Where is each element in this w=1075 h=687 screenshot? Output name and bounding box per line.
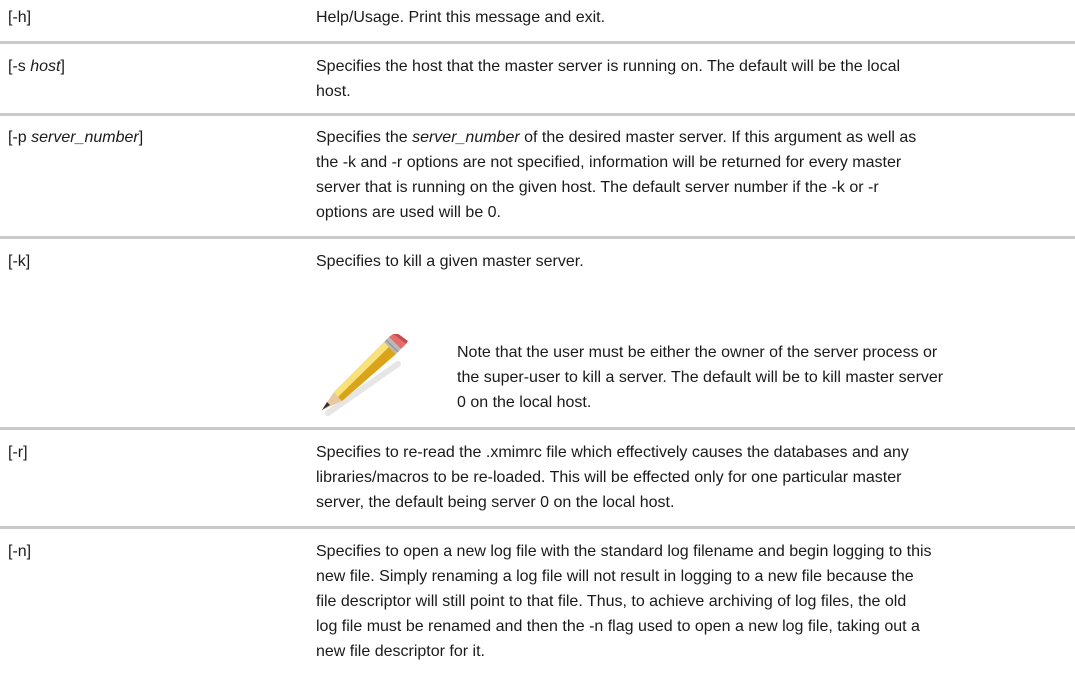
desc-r-line-2: libraries/macros to be re-loaded. This w… bbox=[316, 469, 902, 486]
note-k-line-2: the super-user to kill a server. The def… bbox=[457, 369, 944, 386]
option-p-arg: server_number bbox=[31, 129, 139, 146]
row-divider bbox=[0, 41, 1075, 44]
option-h: [-h] bbox=[8, 9, 32, 26]
desc-p-line-1: Specifies the server_number of the desir… bbox=[316, 125, 916, 150]
desc-n-line-5: new file descriptor for it. bbox=[316, 643, 485, 660]
desc-p-first-suffix: of the desired master server. If this ar… bbox=[519, 129, 917, 146]
desc-p-first-italic: server_number bbox=[412, 129, 520, 146]
desc-p-line-3: server that is running on the given host… bbox=[316, 179, 879, 196]
row-divider bbox=[0, 526, 1075, 529]
option-r: [-r] bbox=[8, 444, 28, 461]
note-k-line-1: Note that the user must be either the ow… bbox=[457, 344, 938, 361]
desc-n-line-1: Specifies to open a new log file with th… bbox=[316, 543, 932, 560]
desc-n-line-4: log file must be renamed and then the -n… bbox=[316, 618, 920, 635]
option-s-arg: host bbox=[30, 58, 61, 75]
desc-p-line-2: the -k and -r options are not specified,… bbox=[316, 154, 902, 171]
desc-p-line-4: options are used will be 0. bbox=[316, 204, 501, 221]
desc-s-line-1: Specifies the host that the master serve… bbox=[316, 58, 901, 75]
desc-n-line-2: new file. Simply renaming a log file wil… bbox=[316, 568, 914, 585]
desc-p-first-prefix: Specifies the bbox=[316, 129, 413, 146]
option-p-suffix: ] bbox=[138, 129, 144, 146]
option-p-prefix: [-p bbox=[8, 129, 32, 146]
desc-r-line-3: server, the default being server 0 on th… bbox=[316, 494, 675, 511]
desc-h-line-1: Help/Usage. Print this message and exit. bbox=[316, 9, 606, 26]
desc-s-line-2: host. bbox=[316, 83, 351, 100]
option-n: [-n] bbox=[8, 543, 32, 560]
desc-n-line-3: file descriptor will still point to that… bbox=[316, 593, 907, 610]
note-k-line-3: 0 on the local host. bbox=[457, 394, 592, 411]
pencil-note-icon bbox=[322, 334, 408, 416]
option-p: [-p server_number] bbox=[8, 125, 143, 150]
desc-r-line-1: Specifies to re-read the .xmimrc file wh… bbox=[316, 444, 909, 461]
desc-k-line-1: Specifies to kill a given master server. bbox=[316, 253, 584, 270]
row-divider bbox=[0, 236, 1075, 239]
row-divider bbox=[0, 427, 1075, 430]
option-s-suffix: ] bbox=[60, 58, 65, 75]
option-k: [-k] bbox=[8, 253, 31, 270]
row-divider bbox=[0, 113, 1075, 116]
option-s-prefix: [-s bbox=[8, 58, 31, 75]
option-s: [-s host] bbox=[8, 54, 65, 79]
